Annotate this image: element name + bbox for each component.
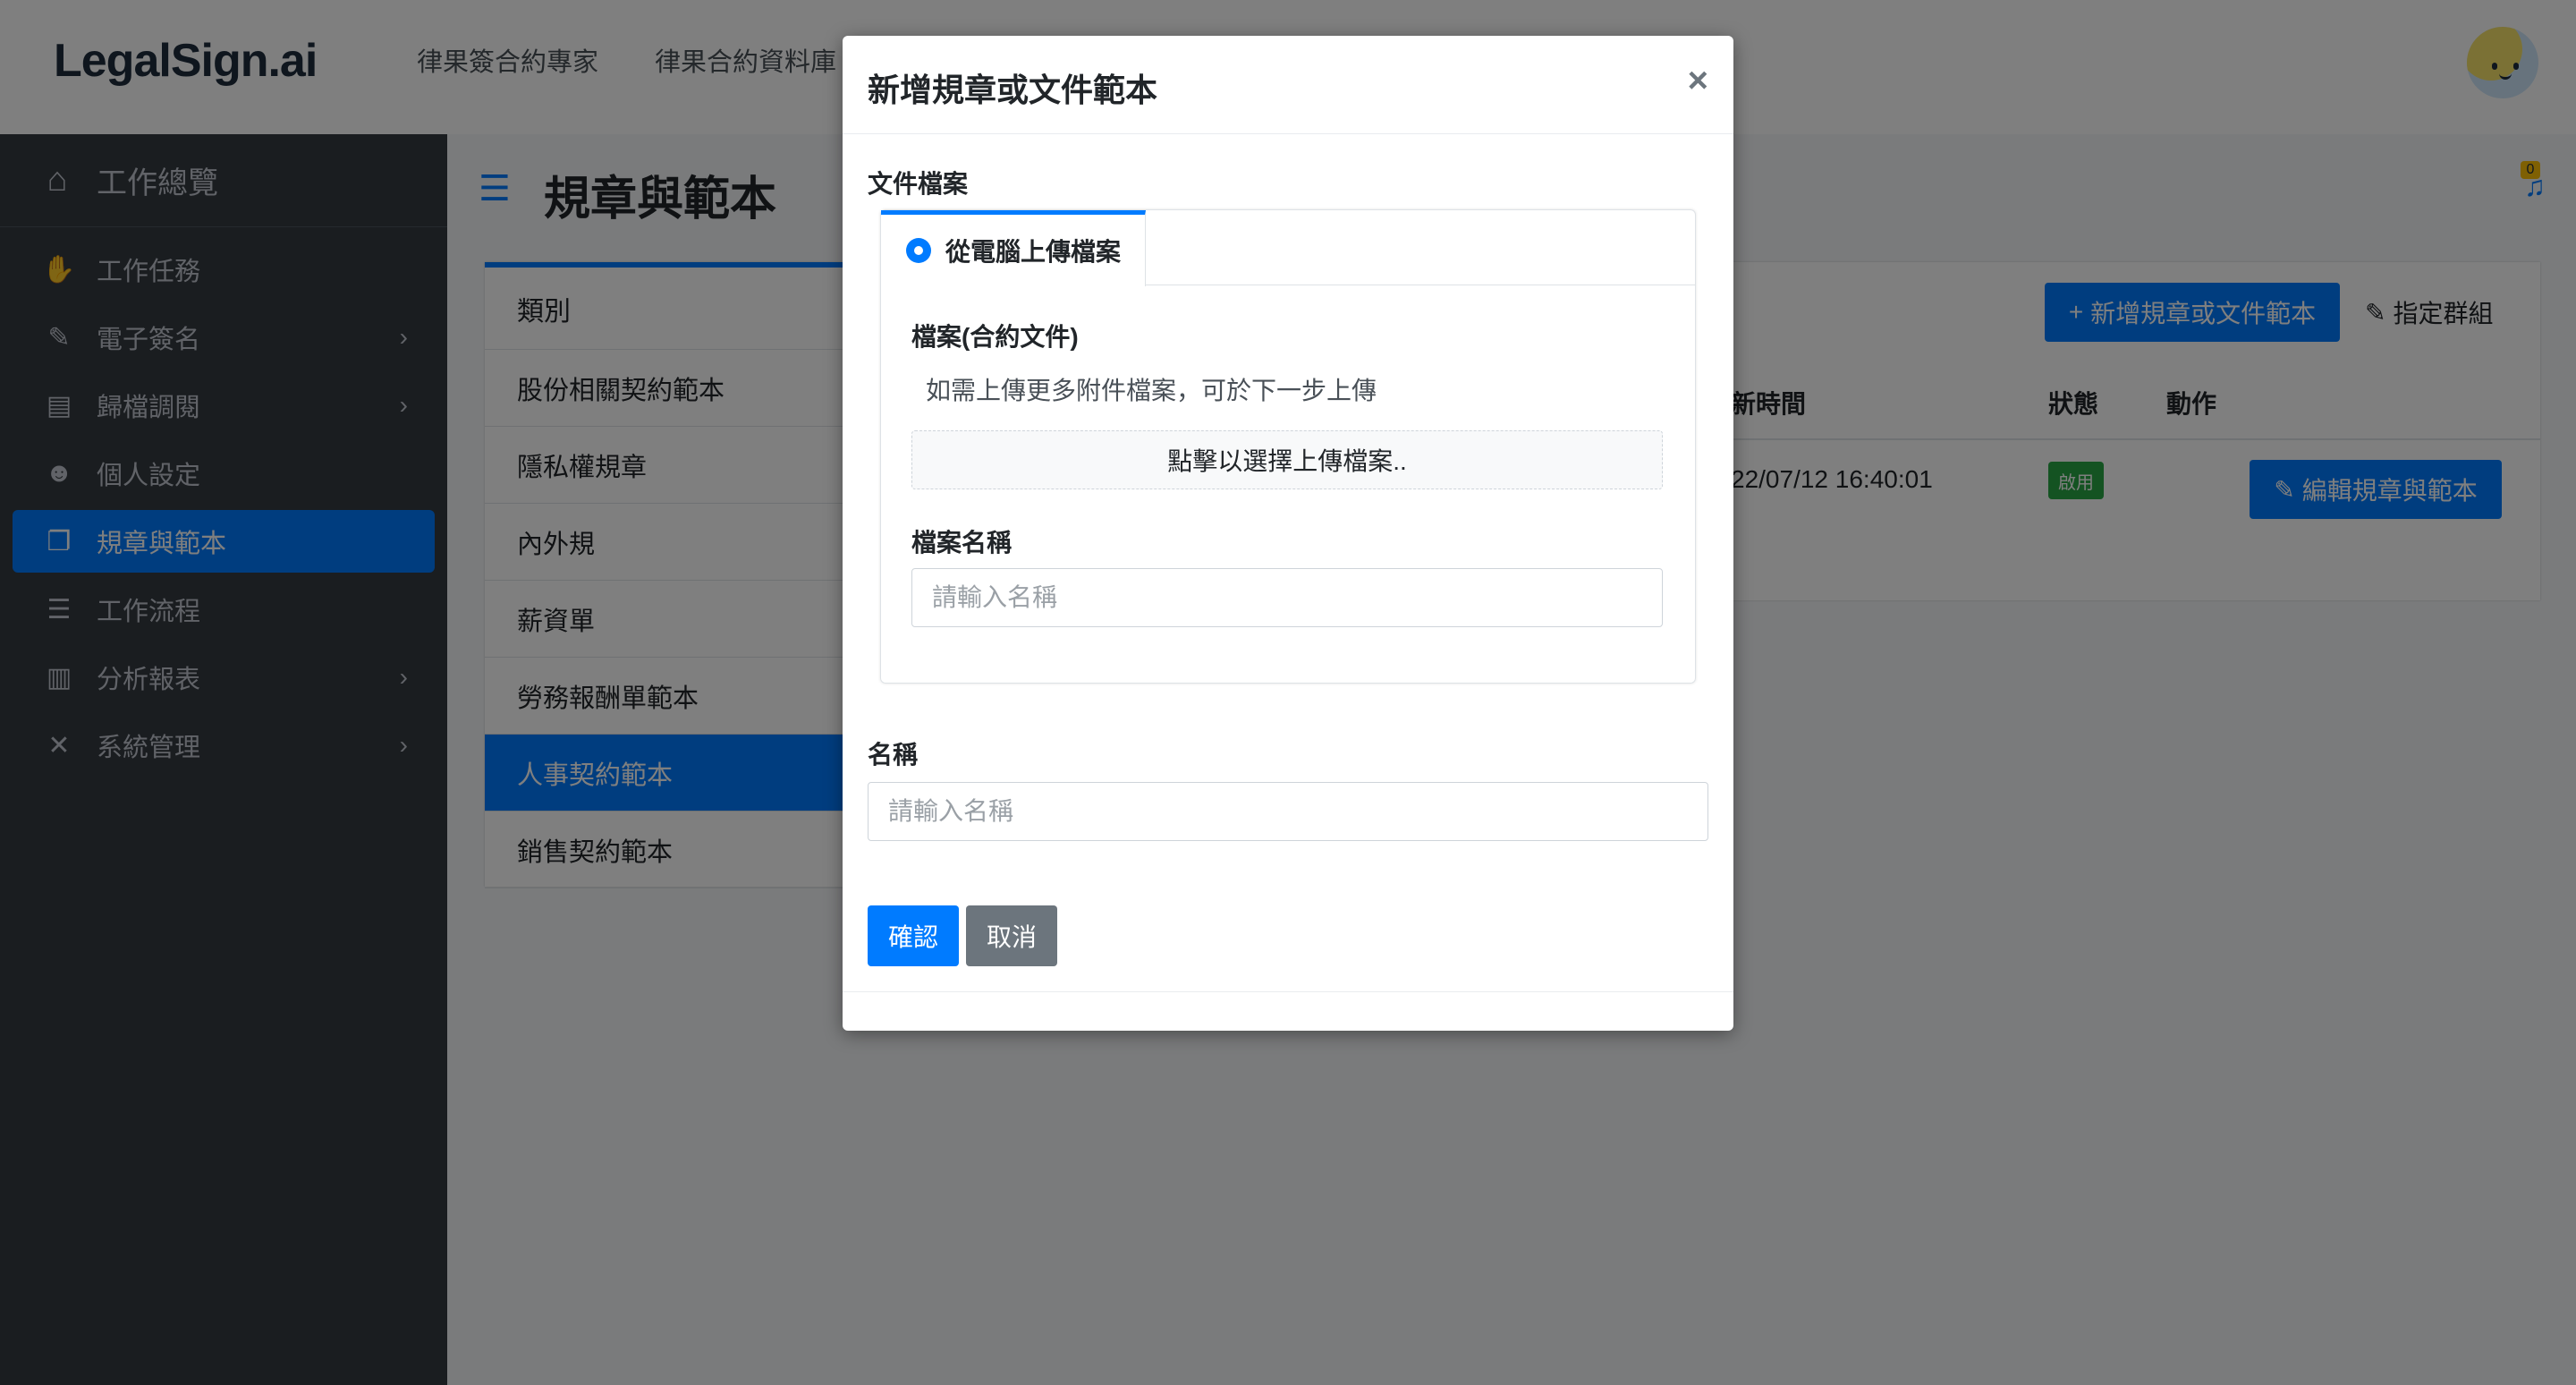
document-file-label: 文件檔案	[868, 170, 969, 198]
name-label: 名稱	[868, 741, 919, 769]
upload-card: 從電腦上傳檔案 檔案(合約文件) 如需上傳更多附件檔案，可於下一步上傳 點擊以選…	[880, 209, 1696, 684]
file-contract-label: 檔案(合約文件)	[911, 323, 1079, 351]
file-dropzone[interactable]: 點擊以選擇上傳檔案..	[911, 430, 1663, 489]
modal-title: 新增規章或文件範本	[868, 72, 1158, 108]
confirm-button[interactable]: 確認	[868, 905, 959, 966]
upload-hint: 如需上傳更多附件檔案，可於下一步上傳	[926, 377, 1377, 404]
modal-footer-divider	[843, 991, 1733, 992]
modal-header: 新增規章或文件範本 ×	[843, 36, 1733, 134]
radio-selected-icon	[906, 238, 931, 263]
name-input[interactable]	[868, 782, 1708, 841]
filename-label: 檔案名稱	[911, 529, 1013, 557]
filename-input[interactable]	[911, 568, 1663, 627]
upload-tabs: 從電腦上傳檔案	[881, 210, 1695, 286]
tab-label: 從電腦上傳檔案	[945, 238, 1122, 266]
tab-upload-from-computer[interactable]: 從電腦上傳檔案	[881, 210, 1146, 286]
close-icon[interactable]: ×	[1688, 61, 1708, 101]
cancel-button[interactable]: 取消	[966, 905, 1057, 966]
add-template-modal: 新增規章或文件範本 × 文件檔案 從電腦上傳檔案 檔案(合約文件) 如需上傳更多…	[843, 36, 1733, 1031]
